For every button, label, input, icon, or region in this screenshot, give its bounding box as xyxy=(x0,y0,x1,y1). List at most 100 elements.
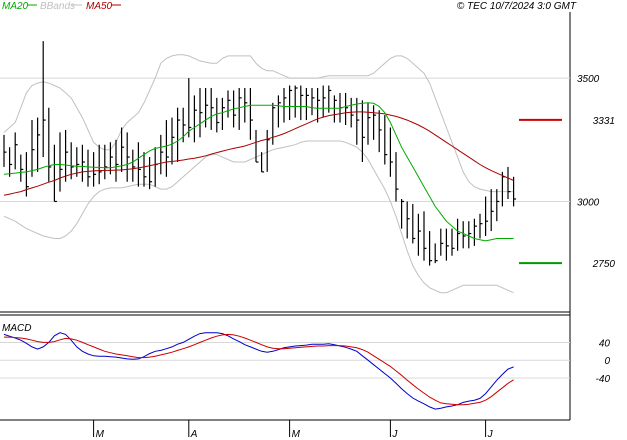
price-bar xyxy=(490,189,494,232)
price-bar xyxy=(227,90,231,118)
price-bar xyxy=(294,85,298,118)
price-bar xyxy=(132,149,136,182)
x-tick-label: J xyxy=(391,429,398,440)
x-tick-label: M xyxy=(96,429,105,440)
price-bar xyxy=(311,88,315,116)
price-bar xyxy=(305,88,309,121)
price-bar xyxy=(289,85,293,121)
price-bar xyxy=(333,95,337,123)
price-bar xyxy=(361,100,365,162)
price-bar xyxy=(378,110,382,153)
price-bar xyxy=(64,129,69,182)
x-tick-label: M xyxy=(292,429,301,440)
price-bar xyxy=(244,88,248,123)
price-bar xyxy=(154,147,158,187)
price-bar xyxy=(42,41,46,158)
price-bar xyxy=(210,88,214,130)
macd-y-tick-label: 40 xyxy=(599,338,611,349)
grid-lines xyxy=(0,77,570,379)
bollinger-bands xyxy=(3,54,514,294)
price-bar xyxy=(389,127,393,177)
price-bar xyxy=(3,134,7,167)
price-bar xyxy=(98,144,102,185)
price-y-tick-label: 3500 xyxy=(577,74,600,85)
price-bar xyxy=(165,120,169,177)
price-bar xyxy=(384,115,388,165)
bband-upper-line xyxy=(3,54,514,193)
price-bar xyxy=(9,147,13,177)
price-bar xyxy=(507,166,511,199)
price-bar xyxy=(53,144,57,203)
price-bar xyxy=(300,85,304,121)
price-bar xyxy=(440,228,444,256)
ma50-line xyxy=(3,111,514,196)
price-bar xyxy=(457,218,461,251)
plot-frame xyxy=(0,12,571,421)
price-bar xyxy=(14,132,18,170)
price-bar xyxy=(160,134,164,175)
price-bar xyxy=(137,142,141,187)
price-bar xyxy=(473,218,477,246)
price-bar xyxy=(205,88,209,128)
price-bar xyxy=(485,196,489,236)
chart-svg: 3331 2750 3500 3000 40 0 -40 M A M J J MA20 BBand… xyxy=(0,1,615,440)
price-bar xyxy=(126,132,130,182)
price-bar xyxy=(345,92,349,125)
price-bar xyxy=(87,149,91,187)
price-bar xyxy=(255,129,259,163)
price-bar xyxy=(356,97,360,145)
price-bar xyxy=(451,228,455,256)
price-bar xyxy=(468,221,472,249)
macd-y-tick-label: 0 xyxy=(604,356,610,367)
price-bar xyxy=(395,152,399,202)
price-bar xyxy=(429,231,433,266)
price-bar xyxy=(367,102,371,145)
x-axis-ticks: MAMJJ xyxy=(93,420,494,440)
price-bar xyxy=(238,88,242,130)
price-bar xyxy=(283,88,287,123)
price-marker-label: 2750 xyxy=(592,259,616,270)
macd-title: MACD xyxy=(2,323,31,334)
price-bar xyxy=(412,203,416,244)
price-bar xyxy=(81,144,85,182)
price-bar xyxy=(261,152,265,173)
price-bar xyxy=(216,97,220,133)
price-bar xyxy=(272,102,276,145)
price-bar xyxy=(36,117,41,172)
price-bar xyxy=(115,139,119,182)
price-bar xyxy=(199,88,203,138)
price-bar xyxy=(401,199,405,229)
macd-panel xyxy=(3,332,514,410)
price-bar xyxy=(221,97,225,130)
price-bar xyxy=(249,88,253,140)
moving-averages xyxy=(3,102,514,242)
macd-y-tick-label: -40 xyxy=(596,374,611,385)
copyright-text: © TEC 10/7/2024 3:0 GMT xyxy=(457,1,577,12)
macd-series-line xyxy=(4,333,514,406)
price-bar xyxy=(193,95,197,143)
price-bar xyxy=(434,243,438,264)
price-bar xyxy=(479,213,483,239)
price-bar xyxy=(48,107,52,182)
price-bar xyxy=(20,154,24,182)
price-bar xyxy=(188,78,192,138)
price-markers: 3331 2750 xyxy=(519,116,615,270)
legend-ma20-label: MA20 xyxy=(2,1,29,12)
price-y-tick-label: 3000 xyxy=(577,197,600,208)
price-bar xyxy=(322,85,326,118)
bband-lower-line xyxy=(3,140,514,294)
price-bar xyxy=(317,88,321,123)
x-tick-label: A xyxy=(190,429,198,440)
macd-series-line xyxy=(3,332,514,410)
chart-stage: 3331 2750 3500 3000 40 0 -40 M A M J J MA20 BBand… xyxy=(0,0,627,440)
price-bar xyxy=(417,213,421,256)
legend-ma50-label: MA50 xyxy=(86,1,113,12)
price-bar xyxy=(277,95,281,128)
price-bar xyxy=(143,152,147,187)
price-bar xyxy=(92,152,97,187)
price-bar xyxy=(406,201,410,239)
price-marker-label: 3331 xyxy=(593,116,615,127)
price-bar xyxy=(59,132,63,192)
price-bar xyxy=(177,107,181,162)
legend: MA20 BBands MA50 xyxy=(2,1,121,12)
